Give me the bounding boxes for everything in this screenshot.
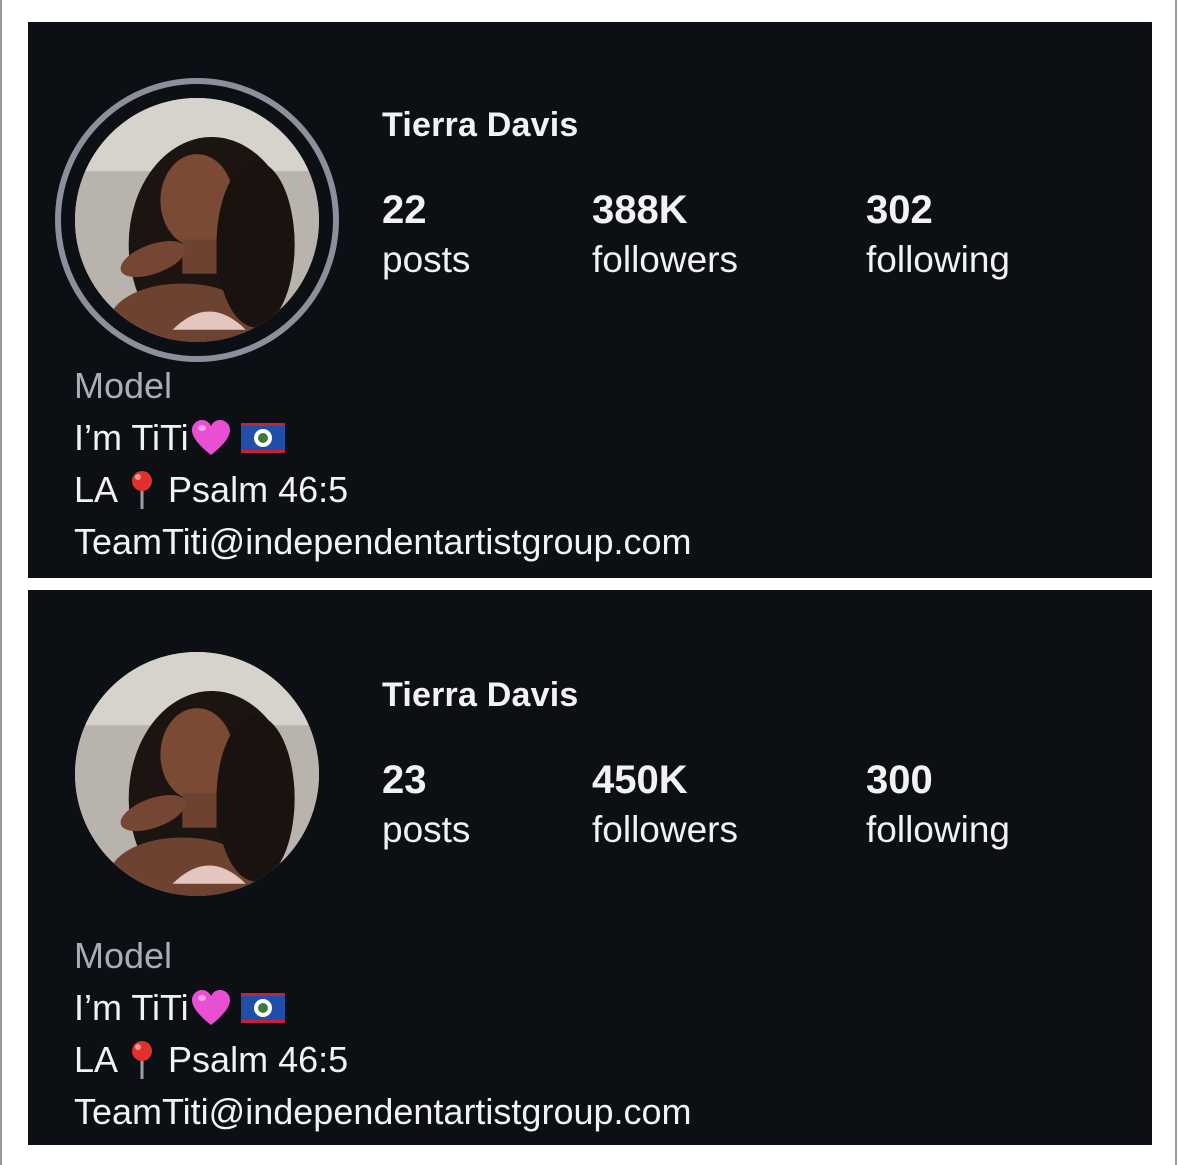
bio-line-location: LA Psalm 46:5 [74, 464, 692, 516]
profile-avatar[interactable] [75, 652, 319, 896]
bio-intro-text: I’m TiTi [74, 987, 189, 1028]
round-pushpin-icon [132, 1041, 153, 1079]
pink-heart-icon [191, 420, 230, 455]
frame-line-right [1175, 0, 1177, 1165]
bio-intro-text: I’m TiTi [74, 417, 189, 458]
belize-flag-icon [240, 993, 285, 1023]
followers-count: 388K [592, 188, 688, 232]
followers-label: followers [592, 239, 738, 280]
bio-line-intro: I’m TiTi [74, 412, 692, 464]
bio-category: Model [74, 365, 173, 406]
bio-location-text: LA [74, 1039, 119, 1080]
posts-label: posts [382, 809, 471, 850]
bio-cut-off-line [74, 1141, 84, 1145]
belize-flag-icon [240, 423, 285, 453]
profile-screenshot-before: Tierra Davis 22 posts 388K followers 302… [28, 22, 1152, 578]
profile-avatar[interactable] [75, 98, 319, 342]
profile-screenshot-after: Tierra Davis 23 posts 450K followers 300… [28, 590, 1152, 1145]
followers-label: followers [592, 809, 738, 850]
following-count: 300 [866, 758, 933, 802]
bio-verse-text: Psalm 46:5 [168, 469, 349, 510]
bio-email[interactable]: TeamTiti@independentartistgroup.com [74, 1086, 692, 1138]
profile-bio: Model I’m TiTi LA Psalm 46:5 TeamTiti@in… [74, 930, 692, 1138]
avatar-portrait-image [75, 652, 319, 896]
following-stat[interactable]: 300 following [866, 758, 1010, 852]
bio-location-text: LA [74, 469, 119, 510]
profile-bio: Model I’m TiTi LA Psalm 46:5 TeamTiti@in… [74, 360, 692, 568]
round-pushpin-icon [132, 471, 153, 509]
followers-count: 450K [592, 758, 688, 802]
frame-line-left [0, 0, 2, 1165]
following-stat[interactable]: 302 following [866, 188, 1010, 282]
posts-stat[interactable]: 23 posts [382, 758, 470, 852]
bio-category: Model [74, 935, 173, 976]
bio-verse-text: Psalm 46:5 [168, 1039, 349, 1080]
profile-name: Tierra Davis [382, 676, 579, 714]
posts-label: posts [382, 239, 471, 280]
bio-line-intro: I’m TiTi [74, 982, 692, 1034]
posts-count: 23 [382, 758, 427, 802]
posts-count: 22 [382, 188, 427, 232]
bio-email[interactable]: TeamTiti@independentartistgroup.com [74, 516, 692, 568]
posts-stat[interactable]: 22 posts [382, 188, 470, 282]
following-count: 302 [866, 188, 933, 232]
bio-line-location: LA Psalm 46:5 [74, 1034, 692, 1086]
avatar-portrait-image [75, 98, 319, 342]
following-label: following [866, 239, 1010, 280]
followers-stat[interactable]: 388K followers [592, 188, 738, 282]
bio-cut-off-line [74, 574, 84, 578]
profile-name: Tierra Davis [382, 106, 579, 144]
followers-stat[interactable]: 450K followers [592, 758, 738, 852]
pink-heart-icon [191, 990, 230, 1025]
following-label: following [866, 809, 1010, 850]
